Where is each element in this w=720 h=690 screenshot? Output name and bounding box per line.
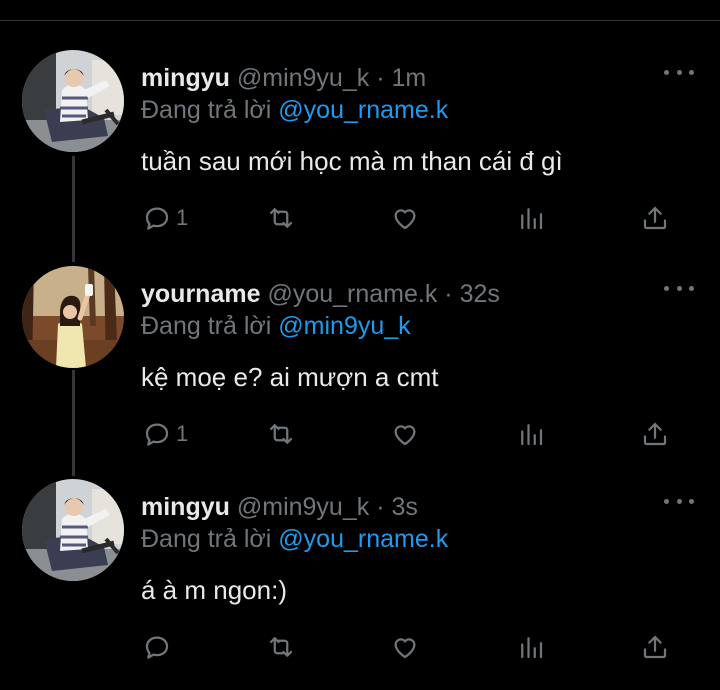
reply-button[interactable]: 1 — [142, 202, 188, 234]
tweet[interactable]: yourname @you_rname.k · 32s Đang trả lời… — [0, 266, 720, 480]
tweet-header: yourname @you_rname.k · 32s — [141, 278, 500, 310]
display-name[interactable]: mingyu — [141, 64, 230, 92]
replying-to-handle[interactable]: @you_rname.k — [278, 96, 448, 124]
share-button[interactable] — [640, 418, 670, 450]
tweet-thread-screen: mingyu @min9yu_k · 1m Đang trả lời @you_… — [0, 0, 720, 690]
display-name[interactable]: yourname — [141, 280, 260, 308]
replying-to: Đang trả lời @you_rname.k — [141, 94, 448, 126]
replying-to-handle[interactable]: @you_rname.k — [278, 525, 448, 553]
reply-icon — [145, 423, 169, 446]
retweet-button[interactable] — [266, 631, 296, 663]
analytics-icon — [521, 208, 543, 230]
analytics-icon — [521, 424, 543, 446]
analytics-button[interactable] — [516, 202, 546, 234]
separator-dot: · — [376, 493, 385, 521]
separator-dot: · — [376, 64, 385, 92]
avatar-photo-man-on-chair — [22, 50, 124, 152]
avatar[interactable] — [22, 266, 124, 368]
user-handle[interactable]: @min9yu_k — [237, 493, 369, 521]
user-handle[interactable]: @you_rname.k — [267, 280, 437, 308]
reply-button[interactable] — [142, 631, 176, 663]
reply-button[interactable]: 1 — [142, 418, 188, 450]
tweet-time[interactable]: 3s — [391, 493, 417, 521]
tweet-text: kệ moẹ e? ai mượn a cmt — [141, 362, 439, 392]
retweet-icon — [269, 424, 293, 444]
share-icon — [643, 422, 667, 446]
replying-to-label: Đang trả lời — [141, 525, 272, 553]
retweet-icon — [269, 637, 293, 657]
analytics-icon — [521, 637, 543, 659]
retweet-button[interactable] — [266, 202, 296, 234]
avatar[interactable] — [22, 479, 124, 581]
tweet[interactable]: mingyu @min9yu_k · 1m Đang trả lời @you_… — [0, 50, 720, 264]
reply-count: 1 — [176, 421, 189, 446]
share-button[interactable] — [640, 202, 670, 234]
replying-to: Đang trả lời @min9yu_k — [141, 310, 411, 342]
like-icon — [394, 209, 416, 230]
replying-to-label: Đang trả lời — [141, 96, 272, 124]
display-name[interactable]: mingyu — [141, 493, 230, 521]
replying-to: Đang trả lời @you_rname.k — [141, 523, 448, 555]
tweet-time[interactable]: 1m — [391, 64, 426, 92]
like-button[interactable] — [390, 202, 420, 234]
share-icon — [643, 206, 667, 230]
retweet-button[interactable] — [266, 418, 296, 450]
like-button[interactable] — [390, 631, 420, 663]
analytics-button[interactable] — [516, 418, 546, 450]
reply-count: 1 — [176, 205, 189, 230]
like-button[interactable] — [390, 418, 420, 450]
tweet-text: tuần sau mới học mà m than cái đ gì — [141, 146, 563, 176]
tweet-header: mingyu @min9yu_k · 3s — [141, 491, 418, 523]
avatar-photo-woman-in-forest — [22, 266, 124, 368]
tweet[interactable]: mingyu @min9yu_k · 3s Đang trả lời @you_… — [0, 479, 720, 690]
tweet-text: á à m ngon:) — [141, 575, 287, 605]
like-icon — [394, 638, 416, 659]
replying-to-handle[interactable]: @min9yu_k — [278, 312, 410, 340]
separator-dot: · — [444, 280, 453, 308]
tweet-header: mingyu @min9yu_k · 1m — [141, 62, 426, 94]
share-icon — [643, 635, 667, 659]
more-options-icon[interactable] — [664, 62, 694, 82]
like-icon — [394, 425, 416, 446]
analytics-button[interactable] — [516, 631, 546, 663]
more-options-icon[interactable] — [664, 491, 694, 511]
tweet-time[interactable]: 32s — [460, 280, 500, 308]
reply-icon — [145, 636, 169, 659]
user-handle[interactable]: @min9yu_k — [237, 64, 369, 92]
avatar-photo-man-on-chair — [22, 479, 124, 581]
replying-to-label: Đang trả lời — [141, 312, 272, 340]
reply-icon — [145, 207, 169, 230]
more-options-icon[interactable] — [664, 278, 694, 298]
top-divider — [0, 20, 720, 21]
avatar[interactable] — [22, 50, 124, 152]
share-button[interactable] — [640, 631, 670, 663]
retweet-icon — [269, 208, 293, 228]
